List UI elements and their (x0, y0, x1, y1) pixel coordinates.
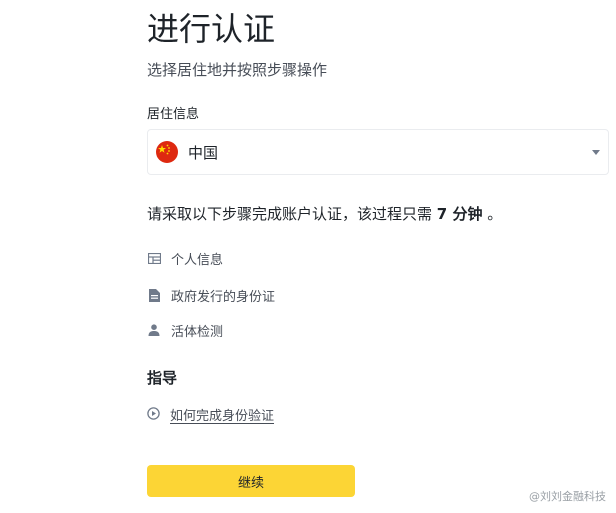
intro-prefix: 请采取以下步骤完成账户认证，该过程只需 (147, 205, 433, 223)
how-to-verify-link[interactable]: 如何完成身份验证 (147, 404, 274, 424)
continue-button[interactable]: 继续 (147, 465, 355, 497)
page-title: 进行认证 (147, 10, 276, 48)
person-icon (147, 323, 161, 337)
intro-suffix: 。 (487, 205, 503, 223)
watermark: @刘刘金融科技 (529, 490, 606, 503)
guide-title: 指导 (147, 369, 178, 387)
guide-link-label: 如何完成身份验证 (170, 408, 275, 424)
verification-page: 进行认证 选择居住地并按照步骤操作 居住信息 中国 请采取以下步骤完成账户认证，… (0, 0, 616, 513)
step-label: 个人信息 (171, 252, 224, 268)
step-label: 政府发行的身份证 (171, 289, 276, 305)
residence-label: 居住信息 (147, 107, 200, 122)
play-circle-icon (147, 407, 161, 421)
id-card-icon (147, 251, 161, 265)
step-label: 活体检测 (171, 324, 224, 340)
step-government-id: 政府发行的身份证 (147, 285, 275, 305)
selected-country: 中国 (188, 143, 219, 162)
intro-duration: 7 分钟 (436, 205, 483, 223)
intro-text: 请采取以下步骤完成账户认证，该过程只需 7 分钟 。 (147, 202, 502, 226)
step-liveness: 活体检测 (147, 320, 223, 340)
step-personal-info: 个人信息 (147, 248, 223, 268)
page-subtitle: 选择居住地并按照步骤操作 (147, 61, 328, 79)
chevron-down-icon (592, 150, 600, 155)
document-icon (147, 288, 161, 302)
china-flag-icon (156, 141, 178, 163)
country-select[interactable]: 中国 (147, 129, 609, 175)
